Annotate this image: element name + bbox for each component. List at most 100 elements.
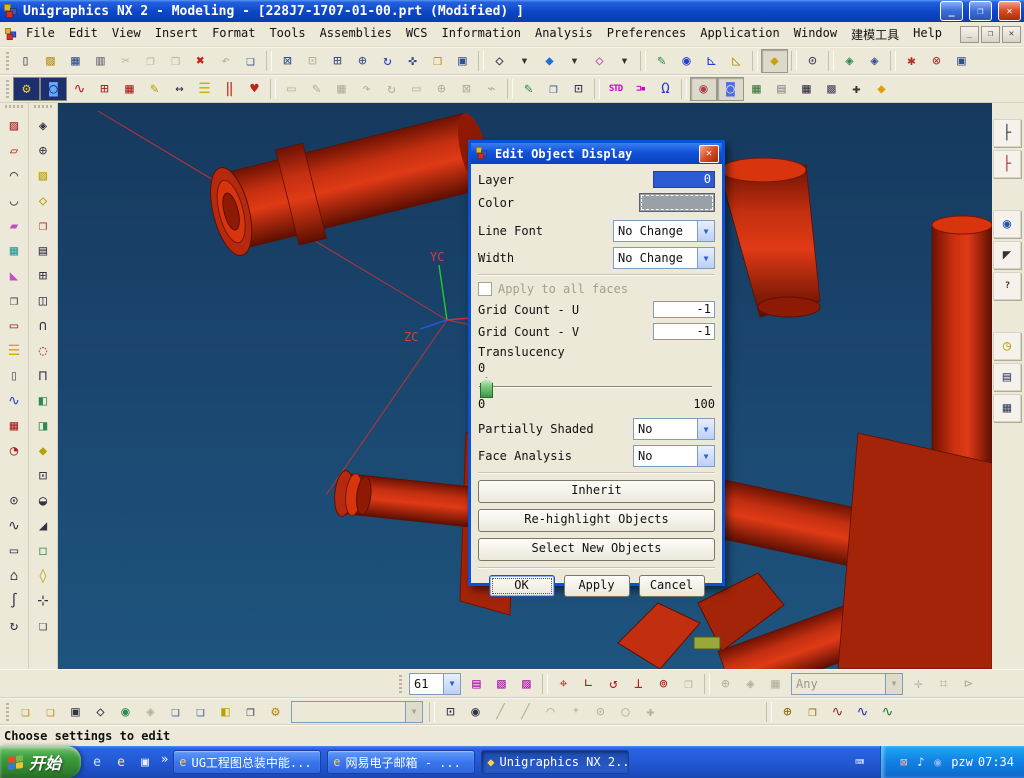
copy-icon[interactable]: ❐ xyxy=(138,50,163,72)
print-icon[interactable]: ▥ xyxy=(88,50,113,72)
information-window-icon[interactable]: ▤ xyxy=(993,363,1021,391)
plus-icon[interactable]: ✚ xyxy=(844,78,869,100)
snap-end-icon[interactable]: ◙ xyxy=(717,77,744,101)
task-unigraphics[interactable]: ◆ Unigraphics NX 2... xyxy=(481,750,629,774)
swirl-icon[interactable]: ◔ xyxy=(2,438,26,463)
material-icon[interactable]: ♥ xyxy=(242,78,267,100)
layer-in-view-icon[interactable]: ▧ xyxy=(489,673,514,695)
width-combo[interactable]: No Change ▼ xyxy=(613,247,715,269)
toolbar-icon[interactable] xyxy=(994,303,1020,329)
layer-settings-icon[interactable]: ▤ xyxy=(464,673,489,695)
display-mode-icon[interactable]: ◇ xyxy=(587,50,612,72)
work-layer-combo[interactable]: 61 ▼ xyxy=(409,673,461,695)
unite-icon[interactable]: ◧ xyxy=(31,388,55,413)
std-views-icon[interactable]: STD xyxy=(603,78,628,100)
toolbar-icon[interactable] xyxy=(681,79,687,99)
toolbar-grip[interactable] xyxy=(34,105,52,111)
snap-point-icon[interactable]: ◉ xyxy=(690,77,717,101)
save-icon[interactable]: ▦ xyxy=(63,50,88,72)
assembly-app-icon[interactable]: ◺ xyxy=(724,50,749,72)
mesh-icon[interactable]: ▩ xyxy=(819,78,844,100)
point-select-icon[interactable]: ⊙ xyxy=(800,50,825,72)
chevron-down-icon[interactable]: ▼ xyxy=(697,248,714,268)
fit-view-icon[interactable]: ⊠ xyxy=(275,50,300,72)
pocket-icon[interactable]: ▤ xyxy=(31,238,55,263)
block-icon[interactable]: ▧ xyxy=(31,163,55,188)
messenger-icon[interactable]: ◉ xyxy=(929,753,946,771)
modeling-app-icon[interactable]: ◉ xyxy=(674,50,699,72)
paste-icon[interactable]: ❒ xyxy=(163,50,188,72)
pad-icon[interactable]: ⊞ xyxy=(31,263,55,288)
snap-center-icon[interactable]: ⊙ xyxy=(588,701,613,723)
new-file-icon[interactable]: ▯ xyxy=(13,50,38,72)
find-icon[interactable]: ⊕ xyxy=(429,78,454,100)
pan-view-icon[interactable]: ✜ xyxy=(400,50,425,72)
polyline-icon[interactable]: ∿ xyxy=(2,513,26,538)
outlook-quick-icon[interactable]: e xyxy=(111,752,131,772)
toolbar-icon[interactable] xyxy=(2,463,26,488)
partially-shaded-combo[interactable]: No ▼ xyxy=(633,418,715,440)
pin-icon[interactable]: ⌁ xyxy=(479,78,504,100)
rectangle-icon[interactable]: ▭ xyxy=(2,538,26,563)
section-surface-icon[interactable]: ◡ xyxy=(2,188,26,213)
extrude-icon[interactable]: ◈ xyxy=(31,113,55,138)
view-popup-icon[interactable]: ⊐▪ xyxy=(628,78,653,100)
toolbar-icon[interactable] xyxy=(791,51,797,71)
arc-tool-icon[interactable]: ↷ xyxy=(354,78,379,100)
network-offline-icon[interactable]: ⊠ xyxy=(895,753,912,771)
edit-curve-icon[interactable]: ✎ xyxy=(142,78,167,100)
grid-count-v-input[interactable]: -1 xyxy=(653,323,715,340)
training-icon[interactable]: ◤ xyxy=(993,241,1021,269)
grid-display-icon[interactable]: ▦ xyxy=(744,78,769,100)
restore-button[interactable]: ❐ xyxy=(969,1,992,21)
line-font-combo[interactable]: No Change ▼ xyxy=(613,220,715,242)
through-curves-icon[interactable]: ▨ xyxy=(2,113,26,138)
dialog-title-bar[interactable]: Edit Object Display ✕ xyxy=(471,143,722,164)
drafting-sheet-icon[interactable]: ▭ xyxy=(279,78,304,100)
lattice-icon[interactable]: ▦ xyxy=(117,78,142,100)
menu-wcs[interactable]: WCS xyxy=(399,24,435,45)
thread-icon[interactable]: ⊓ xyxy=(31,363,55,388)
layers-stack-icon[interactable]: ❐ xyxy=(541,78,566,100)
menu-application[interactable]: Application xyxy=(693,24,786,45)
law-extension-icon[interactable]: ☰ xyxy=(2,338,26,363)
cancel-button[interactable]: Cancel xyxy=(639,575,705,597)
mdi-minimize-button[interactable]: _ xyxy=(960,26,979,43)
curve-mesh-icon[interactable]: ▦ xyxy=(2,238,26,263)
toolbar-grip[interactable] xyxy=(4,80,11,98)
dropdown-caret[interactable]: ▾ xyxy=(512,50,537,72)
spline-icon[interactable]: ∫ xyxy=(2,588,26,613)
subtract-icon[interactable]: ◨ xyxy=(31,413,55,438)
table-icon[interactable]: ▦ xyxy=(329,78,354,100)
open-file-icon[interactable]: ▨ xyxy=(38,50,63,72)
append-select-icon[interactable]: ❏ xyxy=(188,701,213,723)
wrench-icon[interactable]: ⚙ xyxy=(263,701,288,723)
rect-grid-icon[interactable]: ⊞ xyxy=(92,78,117,100)
toolbar-icon[interactable] xyxy=(478,51,484,71)
shell-icon[interactable]: ◻ xyxy=(31,538,55,563)
slider-track[interactable] xyxy=(479,386,712,388)
menu-information[interactable]: Information xyxy=(435,24,528,45)
undo-icon[interactable]: ↶ xyxy=(213,50,238,72)
task-netease-mail[interactable]: e 网易电子邮箱 - ... xyxy=(327,750,475,774)
trim-body-icon[interactable]: ⊡ xyxy=(31,463,55,488)
toolbar-icon[interactable] xyxy=(270,79,276,99)
studio-surface-icon[interactable]: ∿ xyxy=(2,388,26,413)
snap-point-plus-icon[interactable]: ✚ xyxy=(638,701,663,723)
display-update-icon[interactable]: ⊡ xyxy=(438,701,463,723)
toolbar-grip[interactable] xyxy=(5,105,23,111)
shaded-display-icon[interactable]: ◆ xyxy=(537,50,562,72)
spreadsheet-icon[interactable]: ▦ xyxy=(993,394,1021,422)
color-bars-icon[interactable]: ☰ xyxy=(192,78,217,100)
show-desktop-icon[interactable]: ▣ xyxy=(135,752,155,772)
zoom-scale-icon[interactable]: ⊡ xyxy=(300,50,325,72)
curve-analysis-blue-icon[interactable]: ∿ xyxy=(850,701,875,723)
toolbar-icon[interactable] xyxy=(704,674,710,694)
redo-icon[interactable]: ↻ xyxy=(379,78,404,100)
face-analysis-combo[interactable]: No ▼ xyxy=(633,445,715,467)
dropdown-caret[interactable]: ▾ xyxy=(612,50,637,72)
rehighlight-objects-button[interactable]: Re-highlight Objects xyxy=(478,509,715,532)
line-width-icon[interactable]: ‖ xyxy=(217,78,242,100)
sketch-icon[interactable]: ✎ xyxy=(649,50,674,72)
ref-point-icon[interactable]: ⊕ xyxy=(713,673,738,695)
